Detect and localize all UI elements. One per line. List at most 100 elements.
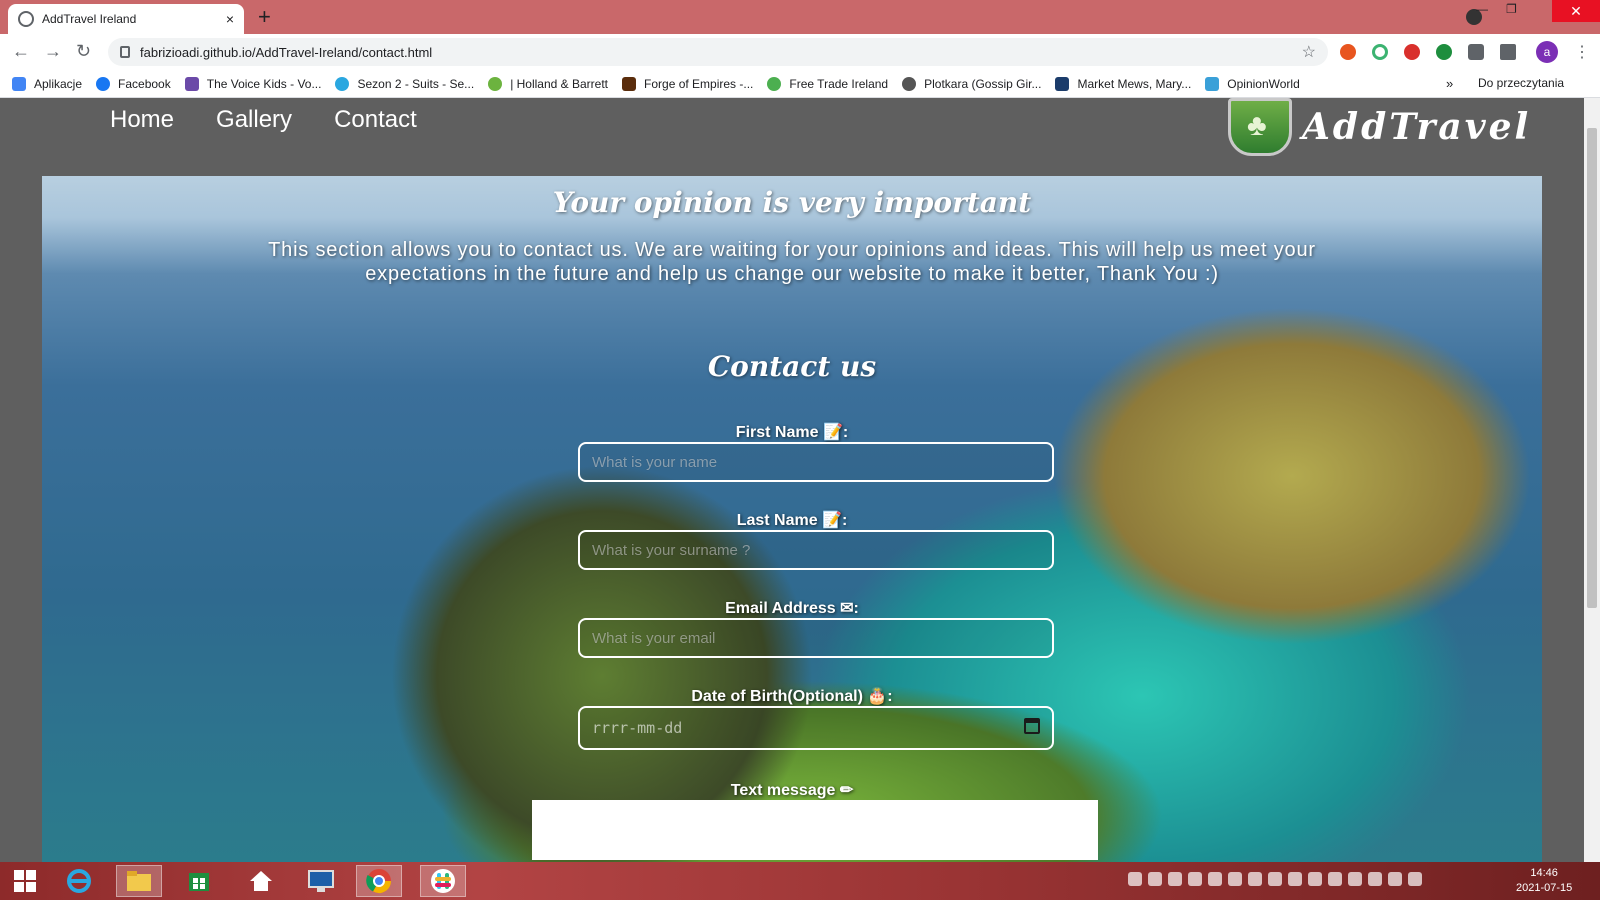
- chrome-icon[interactable]: [356, 865, 402, 897]
- bluetooth-icon[interactable]: [1248, 872, 1262, 886]
- clock-date: 2021-07-15: [1516, 882, 1573, 894]
- reload-button[interactable]: ↻: [76, 41, 91, 62]
- bookmark-suits[interactable]: Sezon 2 - Suits - Se...: [335, 76, 474, 91]
- nav-home[interactable]: Home: [110, 106, 174, 134]
- tab-close-button[interactable]: ×: [226, 11, 234, 27]
- globe-icon: [18, 11, 34, 27]
- slack-icon[interactable]: [420, 865, 466, 897]
- tray-icon[interactable]: [1148, 872, 1162, 886]
- nav-contact[interactable]: Contact: [334, 106, 417, 134]
- playlist-icon[interactable]: [1500, 44, 1516, 60]
- file-explorer-icon[interactable]: [116, 865, 162, 897]
- network-icon[interactable]: [1408, 872, 1422, 886]
- site-icon: [184, 76, 199, 91]
- menu-icon[interactable]: ⋮: [1574, 42, 1590, 62]
- facebook-icon: [96, 76, 111, 91]
- bookmark-market-mews[interactable]: Market Mews, Mary...: [1055, 76, 1191, 91]
- contact-hero: Your opinion is very important This sect…: [42, 176, 1542, 862]
- bookmark-apps[interactable]: Aplikacje: [12, 76, 82, 91]
- tray-icon[interactable]: [1268, 872, 1282, 886]
- address-bar[interactable]: fabrizioadi.github.io/AddTravel-Ireland/…: [108, 38, 1328, 66]
- site-logo[interactable]: AddTravel: [1228, 98, 1531, 156]
- scrollbar-thumb[interactable]: [1587, 128, 1597, 608]
- clock-time: 14:46: [1530, 867, 1558, 879]
- forge-icon: [622, 76, 637, 91]
- bookmark-holland-barrett[interactable]: | Holland & Barrett: [488, 76, 608, 91]
- message-textarea[interactable]: [532, 800, 1098, 860]
- first-name-input[interactable]: What is your name: [578, 442, 1054, 482]
- close-window-button[interactable]: ✕: [1552, 0, 1600, 22]
- tray-icon[interactable]: [1308, 872, 1322, 886]
- tray-icon[interactable]: [1188, 872, 1202, 886]
- bookmark-forge-of-empires[interactable]: Forge of Empires -...: [622, 76, 753, 91]
- last-name-label: Last Name 📝:: [736, 512, 848, 529]
- signal-icon[interactable]: [1228, 872, 1242, 886]
- calendar-icon[interactable]: [1024, 718, 1040, 734]
- message-label: Text message ✏: [730, 782, 854, 799]
- bookmark-plotkara[interactable]: Plotkara (Gossip Gir...: [902, 76, 1041, 91]
- windows-taskbar: 14:46 2021-07-15: [0, 862, 1600, 900]
- adblock-icon[interactable]: [1404, 44, 1420, 60]
- flag-icon[interactable]: [1388, 872, 1402, 886]
- site-icon: [1055, 76, 1070, 91]
- hero-title: Your opinion is very important: [552, 186, 1032, 219]
- dob-label: Date of Birth(Optional) 🎂:: [691, 688, 893, 705]
- bookmark-opinionworld[interactable]: OpinionWorld: [1205, 76, 1300, 91]
- first-name-label: First Name 📝:: [735, 424, 849, 441]
- new-tab-button[interactable]: +: [258, 4, 271, 30]
- tray-icon[interactable]: [1288, 872, 1302, 886]
- brand-name: AddTravel: [1302, 106, 1532, 148]
- forward-button[interactable]: →: [44, 41, 62, 62]
- extension-moon-icon[interactable]: [1372, 44, 1388, 60]
- system-tray[interactable]: [1128, 872, 1422, 886]
- dob-input[interactable]: rrrr-mm-dd: [578, 706, 1054, 750]
- reading-list-button[interactable]: Do przeczytania: [1478, 76, 1564, 90]
- computer-icon[interactable]: [298, 865, 344, 897]
- bookmark-free-trade-ireland[interactable]: Free Trade Ireland: [767, 76, 888, 91]
- lock-icon: [120, 46, 130, 58]
- site-nav: Home Gallery Contact: [110, 106, 417, 134]
- email-label: Email Address ✉:: [725, 600, 859, 617]
- bookmark-voice-kids[interactable]: The Voice Kids - Vo...: [184, 76, 321, 91]
- tray-icon[interactable]: [1168, 872, 1182, 886]
- home-icon[interactable]: [238, 865, 284, 897]
- ftr-icon: [767, 76, 782, 91]
- browser-toolbar: ← → ↻ fabrizioadi.github.io/AddTravel-Ir…: [0, 34, 1600, 70]
- minimize-button[interactable]: —: [1476, 2, 1488, 16]
- taskbar-clock[interactable]: 14:46 2021-07-15: [1516, 866, 1572, 896]
- email-input[interactable]: What is your email: [578, 618, 1054, 658]
- url-text: fabrizioadi.github.io/AddTravel-Ireland/…: [140, 44, 433, 60]
- extension-fire-icon[interactable]: [1340, 44, 1356, 60]
- browser-tab-strip: AddTravel Ireland × + — ❐ ✕: [0, 0, 1600, 34]
- globe-icon: [902, 76, 917, 91]
- last-name-placeholder: What is your surname ?: [592, 541, 751, 559]
- profile-avatar[interactable]: a: [1536, 41, 1558, 63]
- last-name-input[interactable]: What is your surname ?: [578, 530, 1054, 570]
- internet-explorer-icon[interactable]: [56, 865, 102, 897]
- volume-icon[interactable]: [1368, 872, 1382, 886]
- shield-icon[interactable]: [1436, 44, 1452, 60]
- more-bookmarks-button[interactable]: »: [1446, 76, 1453, 91]
- apps-grid-icon: [12, 76, 26, 91]
- back-button[interactable]: ←: [12, 41, 30, 62]
- bookmark-facebook[interactable]: Facebook: [96, 76, 171, 91]
- puzzle-icon[interactable]: [1468, 44, 1484, 60]
- page-scrollbar[interactable]: [1584, 98, 1600, 862]
- maximize-button[interactable]: ❐: [1506, 2, 1517, 16]
- email-placeholder: What is your email: [592, 629, 716, 647]
- tray-icon[interactable]: [1128, 872, 1142, 886]
- shamrock-crest-icon: [1228, 98, 1292, 156]
- cloud-icon: [335, 76, 350, 91]
- start-button[interactable]: [2, 865, 48, 897]
- tray-icon[interactable]: [1328, 872, 1342, 886]
- nav-gallery[interactable]: Gallery: [216, 106, 292, 134]
- store-icon[interactable]: [176, 865, 222, 897]
- contact-title: Contact us: [707, 350, 877, 383]
- bookmarks-bar: Aplikacje Facebook The Voice Kids - Vo..…: [0, 70, 1600, 98]
- browser-tab[interactable]: AddTravel Ireland ×: [8, 4, 244, 34]
- first-name-placeholder: What is your name: [592, 453, 718, 471]
- page-viewport: Home Gallery Contact AddTravel Your opin…: [0, 98, 1584, 862]
- tray-icon[interactable]: [1208, 872, 1222, 886]
- bookmark-star-icon[interactable]: ☆: [1302, 42, 1316, 62]
- tray-icon[interactable]: [1348, 872, 1362, 886]
